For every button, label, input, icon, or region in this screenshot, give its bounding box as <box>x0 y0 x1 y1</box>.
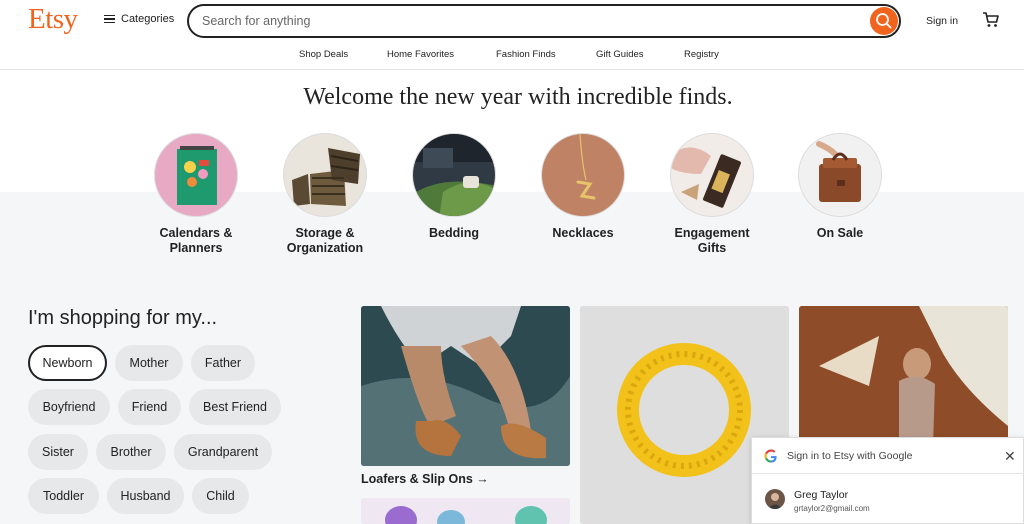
nav-shop-deals[interactable]: Shop Deals <box>299 49 348 60</box>
category-storage[interactable]: Storage & Organization <box>265 133 385 256</box>
google-signin-title: Sign in to Etsy with Google <box>787 450 913 462</box>
nav-registry[interactable]: Registry <box>684 49 719 60</box>
chip-friend[interactable]: Friend <box>118 389 181 425</box>
hamburger-icon <box>104 14 115 24</box>
category-engagement-gifts[interactable]: Engagement Gifts <box>652 133 772 256</box>
category-label: Calendars & Planners <box>159 226 233 255</box>
search-bar <box>187 4 901 38</box>
search-input[interactable] <box>202 12 842 30</box>
chip-brother[interactable]: Brother <box>96 434 166 470</box>
account-email: grtaylor2@gmail.com <box>794 504 870 513</box>
category-label: Storage & Organization <box>286 226 364 255</box>
category-necklaces[interactable]: Necklaces <box>523 133 643 241</box>
category-image <box>670 133 754 217</box>
tile-image <box>361 498 570 524</box>
category-image <box>412 133 496 217</box>
chip-toddler[interactable]: Toddler <box>28 478 99 514</box>
categories-button[interactable]: Categories <box>104 13 174 25</box>
chip-mother[interactable]: Mother <box>115 345 183 381</box>
nav-home-favorites[interactable]: Home Favorites <box>387 49 454 60</box>
tile-loafers-label[interactable]: Loafers & Slip Ons → <box>361 472 489 486</box>
hero-title: Welcome the new year with incredible fin… <box>303 84 733 110</box>
shopping-for-title: I'm shopping for my... <box>28 307 218 329</box>
tile-preview[interactable] <box>361 498 570 524</box>
category-label: Bedding <box>429 226 479 240</box>
account-name[interactable]: Greg Taylor <box>794 489 848 501</box>
nav-gift-guides[interactable]: Gift Guides <box>596 49 644 60</box>
google-signin-panel: Sign in to Etsy with Google ✕ Greg Taylo… <box>751 437 1024 524</box>
sub-navigation: Shop Deals Home Favorites Fashion Finds … <box>0 42 1024 70</box>
header: Etsy Categories Sign in <box>0 0 1024 42</box>
close-icon[interactable]: ✕ <box>1004 448 1016 465</box>
category-calendars[interactable]: Calendars & Planners <box>136 133 256 256</box>
categories-label: Categories <box>121 13 175 25</box>
category-label: Engagement Gifts <box>674 226 750 255</box>
category-label: On Sale <box>816 226 864 240</box>
chip-husband[interactable]: Husband <box>107 478 184 514</box>
chip-newborn[interactable]: Newborn <box>28 345 107 381</box>
tile-loafers[interactable] <box>361 306 570 466</box>
avatar <box>765 489 785 509</box>
sign-in-link[interactable]: Sign in <box>926 15 958 27</box>
chip-best-friend[interactable]: Best Friend <box>189 389 281 425</box>
search-button[interactable] <box>870 7 898 35</box>
category-image <box>283 133 367 217</box>
category-image <box>798 133 882 217</box>
chip-child[interactable]: Child <box>192 478 249 514</box>
cart-icon[interactable] <box>982 11 1000 29</box>
chip-boyfriend[interactable]: Boyfriend <box>28 389 110 425</box>
chip-sister[interactable]: Sister <box>28 434 88 470</box>
category-bedding[interactable]: Bedding <box>394 133 514 241</box>
category-on-sale[interactable]: On Sale <box>780 133 900 241</box>
chip-grandparent[interactable]: Grandparent <box>174 434 272 470</box>
search-icon <box>876 13 892 29</box>
category-label: Necklaces <box>552 226 614 240</box>
tile-image <box>361 306 570 466</box>
chip-father[interactable]: Father <box>191 345 255 381</box>
google-signin-header: Sign in to Etsy with Google ✕ <box>752 438 1024 474</box>
category-image <box>154 133 238 217</box>
nav-fashion-finds[interactable]: Fashion Finds <box>496 49 556 60</box>
category-image <box>541 133 625 217</box>
google-icon <box>764 449 777 463</box>
etsy-logo[interactable]: Etsy <box>28 3 78 36</box>
